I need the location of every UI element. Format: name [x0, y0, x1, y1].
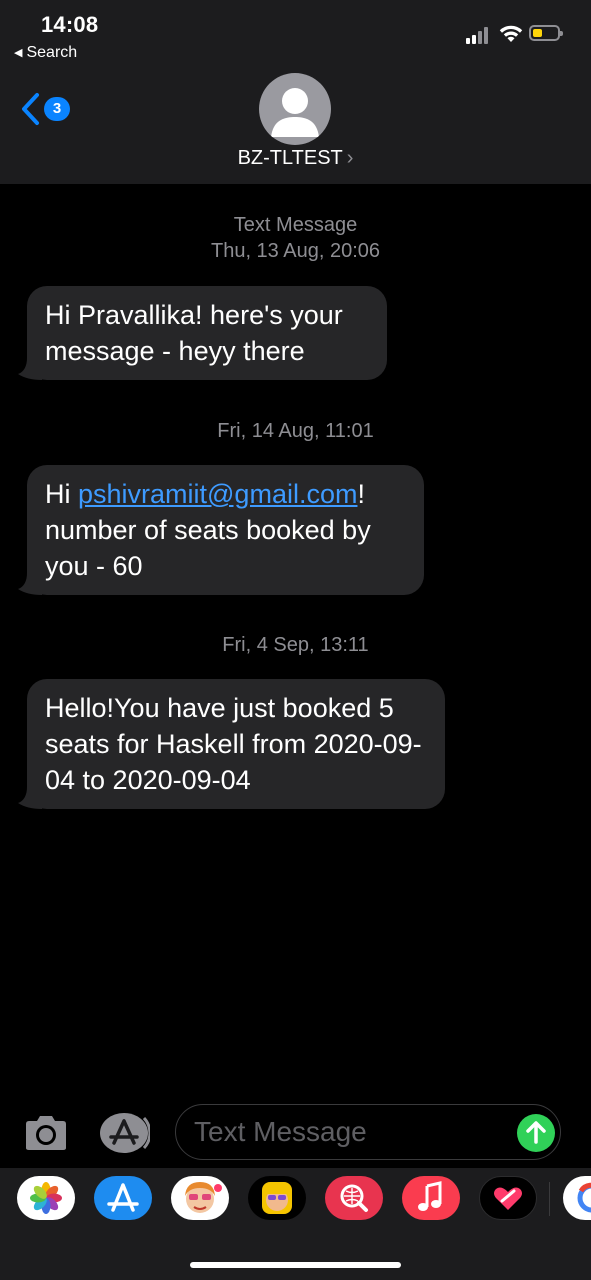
home-indicator[interactable]	[190, 1262, 401, 1268]
contact-name-button[interactable]: BZ-TLTEST ›	[0, 147, 591, 170]
contact-name: BZ-TLTEST	[237, 147, 343, 169]
status-time: 14:08	[41, 12, 99, 37]
camera-icon[interactable]	[22, 1114, 70, 1152]
message-timestamp: Fri, 14 Aug, 11:01	[0, 418, 591, 444]
contact-chevron-icon: ›	[346, 147, 354, 169]
animoji-icon[interactable]	[248, 1176, 306, 1220]
bubble-tail	[18, 358, 42, 380]
conversation-header: 14:08 ◀ Search 3 BZ-TLTEST ›	[0, 0, 591, 184]
bubble-tail	[18, 787, 42, 809]
message-timestamp: Fri, 4 Sep, 13:11	[0, 632, 591, 658]
send-button[interactable]	[517, 1114, 555, 1152]
back-to-app-link[interactable]: ◀ Search	[14, 44, 77, 62]
cellular-signal-icon	[466, 26, 492, 44]
battery-level	[533, 29, 542, 37]
unread-count-badge[interactable]: 3	[44, 97, 70, 121]
service-label: Text Message	[233, 214, 358, 236]
timestamp-text: Fri, 4 Sep, 13:11	[222, 634, 369, 656]
back-app-label: Search	[26, 44, 78, 61]
message-bubble[interactable]: Hello!You have just booked 5 seats for H…	[18, 679, 445, 809]
photos-app-icon[interactable]	[17, 1176, 75, 1220]
app-store-icon[interactable]	[100, 1112, 150, 1154]
email-link[interactable]: pshivramiit@gmail.com	[78, 479, 357, 509]
message-timestamp: Text Message Thu, 13 Aug, 20:06	[0, 212, 591, 264]
message-text-prefix: Hi	[45, 479, 78, 509]
drawer-divider	[549, 1182, 550, 1216]
battery-icon	[529, 25, 563, 41]
music-app-icon[interactable]	[402, 1176, 460, 1220]
google-app-icon[interactable]	[563, 1176, 591, 1220]
message-bubble[interactable]: Hi pshivramiit@gmail.com! number of seat…	[18, 465, 424, 595]
back-chevron-icon[interactable]	[20, 92, 42, 126]
person-silhouette-icon	[271, 88, 319, 137]
send-arrow-icon	[526, 1121, 546, 1144]
wifi-icon	[499, 25, 523, 42]
web-search-images-icon[interactable]	[325, 1176, 383, 1220]
imessage-app-drawer	[0, 1168, 591, 1280]
message-text: Hello!You have just booked 5 seats for H…	[45, 693, 422, 795]
message-bubble[interactable]: Hi Pravallika! here's your message - hey…	[18, 286, 387, 380]
message-text: Hi Pravallika! here's your message - hey…	[45, 300, 343, 366]
timestamp-text: Thu, 13 Aug, 20:06	[210, 240, 381, 262]
message-input-placeholder: Text Message	[194, 1116, 367, 1147]
messages-screen: 14:08 ◀ Search 3 BZ-TLTEST › Text Messag…	[0, 0, 591, 1280]
app-store-app-icon[interactable]	[94, 1176, 152, 1220]
bubble-tail	[18, 573, 42, 595]
contact-avatar[interactable]	[259, 73, 331, 145]
back-triangle-icon: ◀	[14, 47, 23, 59]
message-input[interactable]: Text Message	[175, 1104, 561, 1160]
timestamp-text: Fri, 14 Aug, 11:01	[217, 420, 374, 442]
digital-touch-icon[interactable]	[479, 1176, 537, 1220]
memoji-stickers-icon[interactable]	[171, 1176, 229, 1220]
